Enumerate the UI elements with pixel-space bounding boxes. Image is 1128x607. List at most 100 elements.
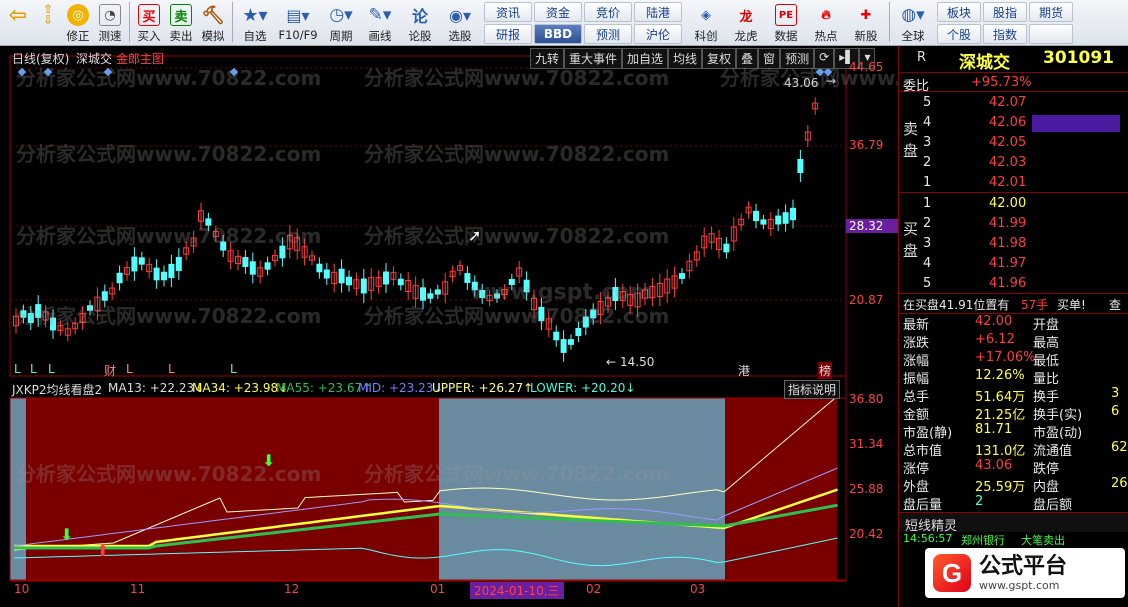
- marker-finance[interactable]: 财: [104, 362, 116, 379]
- zhishu-button[interactable]: 指数: [983, 24, 1027, 44]
- kline-chart[interactable]: ⬇ ⬇ ⬆: [0, 46, 898, 607]
- main-indicator-label[interactable]: 金郎主图: [116, 50, 164, 67]
- tab-jiuzhuan[interactable]: 九转: [530, 48, 565, 69]
- ask-price[interactable]: 42.07: [989, 95, 1026, 110]
- lungu-button[interactable]: 论论股: [400, 2, 440, 44]
- back-button[interactable]: ⇦: [2, 2, 34, 44]
- marker-l[interactable]: L: [14, 362, 21, 376]
- candle-body: [205, 218, 212, 226]
- ind-tick-1: 36.80: [849, 392, 884, 406]
- ask-level: 5: [923, 95, 932, 110]
- candle-body: [782, 212, 789, 224]
- stat-value: +17.06%: [975, 350, 1036, 365]
- sprite-stock[interactable]: 郑州银行: [961, 532, 1005, 548]
- zijin-button[interactable]: 资金: [534, 2, 582, 22]
- bid-price[interactable]: 42.00: [989, 196, 1026, 211]
- ask-price[interactable]: 42.03: [989, 155, 1026, 170]
- gspt-g-icon: G: [933, 554, 971, 592]
- marker-bang[interactable]: 榜: [818, 362, 833, 379]
- discuss-icon: 论: [411, 7, 428, 26]
- marker-l[interactable]: L: [126, 362, 133, 376]
- ind-tick-3: 25.88: [849, 482, 884, 496]
- buy-note-tail: 买单!: [1057, 298, 1086, 312]
- sim-button[interactable]: 🔨︎ 模拟: [197, 2, 229, 44]
- guzhi-button[interactable]: 股指: [983, 2, 1027, 22]
- candle-body: [161, 271, 167, 281]
- ask-price[interactable]: 42.05: [989, 135, 1026, 150]
- fav-button[interactable]: ★▾ 自选: [236, 2, 274, 44]
- test-button[interactable]: ◔ 测速: [94, 2, 126, 44]
- marker-l[interactable]: L: [230, 362, 237, 376]
- tab-forecast[interactable]: 预测: [780, 48, 815, 69]
- xingu-label: 新股: [854, 29, 878, 43]
- stat-label: 盘后量: [903, 498, 943, 513]
- bid-level: 2: [923, 216, 932, 231]
- fix-button[interactable]: ◎ 修正: [62, 2, 94, 44]
- upper-value: UPPER: +26.27↑: [432, 381, 534, 395]
- marker-l[interactable]: L: [168, 362, 175, 376]
- lugang-button[interactable]: 陆港: [634, 2, 682, 22]
- draw-button[interactable]: ✎▾ 画线: [360, 2, 400, 44]
- marker-l[interactable]: L: [48, 362, 55, 376]
- select-icon: ◉▾: [449, 5, 471, 25]
- globe-icon: ◍▾: [901, 5, 925, 25]
- tab-overlay[interactable]: 叠: [736, 48, 759, 69]
- bid-level: 5: [923, 276, 932, 291]
- xingu-button[interactable]: ✚ 新股: [846, 2, 886, 44]
- bid-price[interactable]: 41.99: [989, 216, 1026, 231]
- grid-blank-button[interactable]: [1029, 24, 1073, 44]
- draw-label: 画线: [368, 29, 392, 43]
- buy-button[interactable]: 买买入: [133, 2, 165, 44]
- stat-label: 盘后额: [1033, 498, 1073, 513]
- kechuang-button[interactable]: ◈ 科创: [686, 2, 726, 44]
- indicator-help-button[interactable]: 指标说明: [784, 380, 841, 399]
- tab-major-events[interactable]: 重大事件: [564, 48, 623, 69]
- global-button[interactable]: ◍▾ 全球: [893, 2, 933, 44]
- ask-price[interactable]: 42.01: [989, 175, 1026, 190]
- f10-button[interactable]: ▤▾ F10/F9: [274, 2, 322, 44]
- shuju-button[interactable]: PE 数据: [766, 2, 806, 44]
- x-label: 03: [690, 582, 706, 596]
- marker-diamond-icon: [43, 67, 53, 77]
- ask-price[interactable]: 42.06: [989, 115, 1026, 130]
- updown-button[interactable]: ⇧ ⇩: [34, 2, 62, 44]
- bankuai-button[interactable]: 板块: [937, 2, 981, 22]
- bid-price[interactable]: 41.97: [989, 256, 1026, 271]
- new-icon: ✚: [860, 7, 872, 23]
- yuce-button[interactable]: 预测: [584, 24, 632, 44]
- longhu-button[interactable]: 龙龙虎: [726, 2, 766, 44]
- qihuo-button[interactable]: 期货: [1029, 2, 1073, 22]
- ind-bg-red: [26, 398, 439, 580]
- longhu-label: 龙虎: [734, 29, 758, 43]
- pick-button[interactable]: ◉▾ 选股: [440, 2, 480, 44]
- redian-button[interactable]: 🔥︎ 热点: [806, 2, 846, 44]
- sell-button[interactable]: 卖卖出: [165, 2, 197, 44]
- candle-body: [590, 309, 597, 319]
- yanbao-button[interactable]: 研报: [484, 24, 532, 44]
- tab-window[interactable]: 窗: [758, 48, 781, 69]
- tab-adjust[interactable]: 复权: [702, 48, 737, 69]
- bbd-button[interactable]: BBD: [534, 24, 582, 44]
- f10-label: F10/F9: [278, 28, 318, 42]
- query-icon[interactable]: 查: [1109, 296, 1121, 313]
- marker-hk[interactable]: 港: [738, 362, 750, 379]
- x-label: 11: [130, 582, 146, 596]
- marker-l[interactable]: L: [30, 362, 37, 376]
- jingjia-button[interactable]: 竞价: [584, 2, 632, 22]
- hulun-button[interactable]: 沪伦: [634, 24, 682, 44]
- bid-price[interactable]: 41.96: [989, 276, 1026, 291]
- tab-add-fav[interactable]: 加自选: [622, 48, 669, 69]
- bid-price[interactable]: 41.98: [989, 236, 1026, 251]
- zixun-button[interactable]: 资讯: [484, 2, 532, 22]
- gegu-button[interactable]: 个股: [937, 24, 981, 44]
- stat-value: 43.06: [975, 458, 1013, 473]
- indicator-name[interactable]: JXKP2均线看盘2: [12, 381, 102, 398]
- tab-ma[interactable]: 均线: [668, 48, 703, 69]
- ask-level: 4: [923, 115, 932, 130]
- stat-row: 涨停 43.06 跌停: [899, 456, 1128, 477]
- period-label[interactable]: 日线(复权): [12, 50, 69, 67]
- chart-area[interactable]: ⬇ ⬇ ⬆ 日线(复权) 深城交 金郎主图 九转 重大事件 加自选 均线 复权 叠 …: [0, 46, 1025, 607]
- info-button-grid: 资讯 资金 竞价 陆港 研报 BBD 预测 沪伦: [484, 2, 682, 44]
- period-button[interactable]: ◷▾ 周期: [322, 2, 360, 44]
- refresh-icon[interactable]: ⟳: [814, 48, 835, 69]
